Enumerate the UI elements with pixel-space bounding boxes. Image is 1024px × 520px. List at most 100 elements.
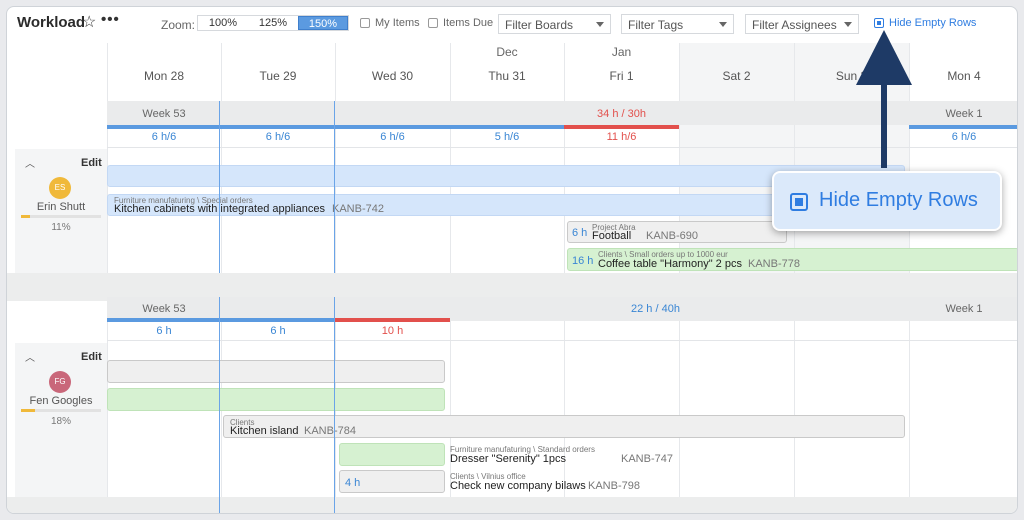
- task-name: Dresser "Serenity" 1pcs: [450, 453, 567, 465]
- today-line: [219, 101, 220, 273]
- task-hours: 6 h: [572, 227, 588, 239]
- more-options-icon[interactable]: •••: [101, 11, 120, 28]
- hide-empty-rows-callout: Hide Empty Rows: [772, 171, 1002, 231]
- capacity-bar: [107, 318, 335, 322]
- capacity-bar-over: [564, 125, 679, 129]
- day-hours: 5 h/6: [494, 131, 520, 143]
- user-panel-erin: ︿ Edit ES Erin Shutt 11%: [15, 149, 107, 273]
- task-bar-kanb-747[interactable]: [339, 443, 445, 466]
- footer-strip: [7, 497, 1017, 513]
- day-label: Wed 30: [371, 69, 414, 83]
- workload-progress-fill: [21, 409, 36, 412]
- capacity-bar-over: [335, 318, 450, 322]
- user-percent: 11%: [51, 222, 71, 233]
- task-key: KANB-742: [332, 203, 384, 215]
- collapse-icon[interactable]: ︿: [25, 155, 35, 170]
- day-label: Fri 1: [609, 69, 634, 83]
- task-bar[interactable]: [107, 388, 445, 411]
- task-bar-kanb-742[interactable]: Furniture manufaturing \ Special orders …: [107, 194, 807, 216]
- row-divider: [107, 340, 1017, 341]
- task-key: KANB-798: [588, 480, 640, 492]
- month-label-jan: Jan: [611, 45, 632, 59]
- week-label: Week 53: [142, 303, 186, 315]
- task-bar-kanb-778[interactable]: 16 h Clients \ Small orders up to 1000 e…: [567, 248, 1017, 271]
- user-name: Erin Shutt: [36, 201, 86, 213]
- task-key: KANB-690: [646, 230, 698, 242]
- task-name: Football: [592, 230, 632, 242]
- task-bar-kanb-798[interactable]: 4 h: [339, 470, 445, 493]
- callout-label: Hide Empty Rows: [819, 189, 978, 211]
- edit-button[interactable]: Edit: [81, 351, 102, 363]
- workload-progress: [21, 215, 101, 218]
- week-label: Week 53: [142, 108, 186, 120]
- week-total: 34 h / 30h: [597, 108, 646, 120]
- chevron-down-icon: [719, 22, 727, 27]
- day-hours: 6 h/6: [951, 131, 977, 143]
- checkbox-icon: [874, 18, 884, 28]
- filter-assignees-dropdown[interactable]: Filter Assignees: [745, 14, 859, 34]
- filter-boards-label: Filter Boards: [505, 18, 574, 32]
- checkbox-icon: [360, 18, 370, 28]
- day-hours: 6 h: [270, 325, 286, 337]
- day-hours: 6 h/6: [151, 131, 177, 143]
- day-label: Mon 28: [143, 69, 185, 83]
- task-hours: 16 h: [572, 255, 594, 267]
- week-total: 22 h / 40h: [631, 303, 680, 315]
- user-panel-fen: ︿ Edit FG Fen Googles 18%: [15, 343, 107, 497]
- checkbox-icon: [790, 193, 808, 211]
- day-hours: 6 h: [156, 325, 172, 337]
- zoom-selector: 100% 125% 150%: [197, 15, 349, 31]
- zoom-label: Zoom:: [161, 18, 196, 32]
- collapse-icon[interactable]: ︿: [25, 349, 35, 364]
- month-label-dec: Dec: [496, 45, 518, 59]
- hide-empty-rows-toggle[interactable]: Hide Empty Rows: [874, 17, 976, 29]
- task-key: KANB-747: [621, 453, 673, 465]
- hide-empty-rows-label: Hide Empty Rows: [889, 17, 977, 29]
- zoom-100-button[interactable]: 100%: [198, 16, 248, 30]
- workload-progress-fill: [21, 215, 30, 218]
- workload-progress: [21, 409, 101, 412]
- edit-button[interactable]: Edit: [81, 157, 102, 169]
- day-label: Mon 4: [947, 69, 981, 83]
- day-hours: 6 h/6: [265, 131, 291, 143]
- zoom-150-button[interactable]: 150%: [298, 16, 348, 30]
- week-label: Week 1: [945, 303, 983, 315]
- checkbox-icon: [428, 18, 438, 28]
- task-name: Kitchen island: [230, 425, 299, 437]
- task-bar-kanb-784[interactable]: Clients Kitchen island KANB-784: [223, 415, 905, 438]
- capacity-bar: [107, 125, 564, 129]
- avatar: FG: [49, 371, 71, 393]
- chevron-down-icon: [844, 22, 852, 27]
- user-percent: 18%: [50, 416, 71, 427]
- filter-boards-dropdown[interactable]: Filter Boards: [498, 14, 611, 34]
- day-label: Tue 29: [259, 69, 297, 83]
- today-line: [219, 297, 220, 513]
- arrow-shaft: [881, 78, 887, 168]
- filter-assignees-label: Filter Assignees: [752, 18, 837, 32]
- week-label: Week 1: [945, 108, 983, 120]
- avatar: ES: [49, 177, 71, 199]
- user-name: Fen Googles: [29, 395, 93, 407]
- today-line: [334, 101, 335, 273]
- task-name: Check new company bilaws: [450, 480, 586, 492]
- items-due-label: Items Due: [443, 17, 494, 29]
- task-bar[interactable]: [107, 360, 445, 383]
- task-hours: 4 h: [345, 477, 361, 489]
- day-hours: 11 h/6: [606, 131, 637, 143]
- day-hours: 6 h/6: [380, 131, 405, 143]
- task-bar-kanb-690[interactable]: 6 h Project Abra Football KANB-690: [567, 221, 787, 243]
- day-hours: 10 h: [381, 325, 404, 337]
- my-items-checkbox[interactable]: My Items: [360, 17, 420, 29]
- task-key: KANB-778: [748, 258, 800, 270]
- filter-tags-dropdown[interactable]: Filter Tags: [621, 14, 734, 34]
- zoom-125-button[interactable]: 125%: [248, 16, 298, 30]
- star-icon[interactable]: ☆: [82, 12, 96, 32]
- items-due-checkbox[interactable]: Items Due: [428, 17, 493, 29]
- today-line: [334, 297, 335, 513]
- my-items-label: My Items: [375, 17, 420, 29]
- day-label: Thu 31: [488, 69, 526, 83]
- filter-tags-label: Filter Tags: [628, 18, 684, 32]
- chevron-down-icon: [596, 22, 604, 27]
- day-label: Sat 2: [722, 69, 751, 83]
- page-title: Workload: [17, 14, 86, 31]
